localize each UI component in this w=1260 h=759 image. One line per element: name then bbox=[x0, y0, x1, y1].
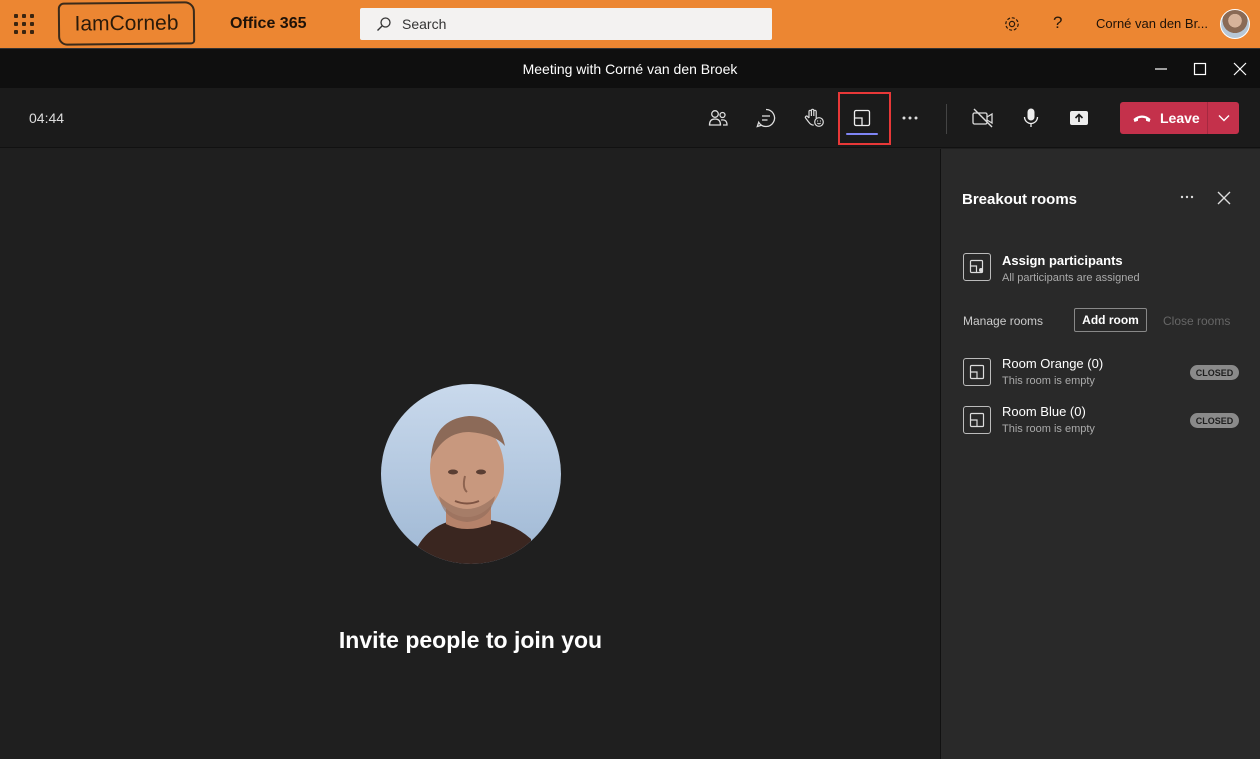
suite-name[interactable]: Office 365 bbox=[230, 15, 306, 33]
toolbar-divider bbox=[946, 104, 947, 134]
help-icon[interactable]: ? bbox=[1053, 13, 1062, 33]
share-icon[interactable] bbox=[1063, 102, 1095, 134]
room-closed-badge: CLOSED bbox=[1190, 365, 1239, 380]
reactions-icon[interactable] bbox=[798, 102, 830, 134]
search-icon bbox=[377, 17, 391, 31]
panel-title: Breakout rooms bbox=[962, 191, 1078, 208]
meeting-title-bar: Meeting with Corné van den Broek bbox=[0, 48, 1260, 88]
camera-off-icon[interactable] bbox=[967, 102, 999, 134]
assign-participants-button[interactable] bbox=[963, 253, 991, 281]
close-rooms-button: Close rooms bbox=[1163, 314, 1231, 328]
close-icon[interactable] bbox=[1230, 59, 1250, 79]
meeting-title: Meeting with Corné van den Broek bbox=[522, 61, 738, 77]
panel-more-icon[interactable] bbox=[1179, 189, 1195, 210]
panel-close-icon[interactable] bbox=[1217, 191, 1231, 210]
assign-participants-icon bbox=[963, 253, 991, 281]
minimize-icon[interactable] bbox=[1151, 59, 1171, 79]
room-name: Room Blue (0) bbox=[1002, 404, 1086, 419]
room-closed-badge: CLOSED bbox=[1190, 413, 1239, 428]
room-status: This room is empty bbox=[1002, 375, 1095, 387]
chevron-down-icon[interactable] bbox=[1208, 102, 1239, 134]
manage-rooms-label: Manage rooms bbox=[963, 314, 1044, 328]
user-avatar[interactable] bbox=[1220, 9, 1250, 39]
settings-icon[interactable] bbox=[1003, 15, 1021, 38]
room-status: This room is empty bbox=[1002, 423, 1095, 435]
room-icon bbox=[963, 406, 991, 434]
more-icon[interactable] bbox=[894, 102, 926, 134]
maximize-icon[interactable] bbox=[1190, 59, 1210, 79]
meeting-stage: Invite people to join you bbox=[0, 149, 940, 759]
meeting-timer: 04:44 bbox=[29, 110, 65, 126]
meeting-toolbar: 04:44 Leave bbox=[0, 88, 1260, 148]
app-launcher-icon[interactable] bbox=[14, 14, 34, 34]
leave-main[interactable]: Leave bbox=[1120, 102, 1207, 134]
room-name: Room Orange (0) bbox=[1002, 356, 1104, 371]
breakout-rooms-panel: Breakout rooms Assign participants All p… bbox=[940, 149, 1260, 759]
participants-icon[interactable] bbox=[702, 102, 734, 134]
mic-icon[interactable] bbox=[1015, 102, 1047, 134]
leave-button[interactable]: Leave bbox=[1120, 102, 1239, 134]
breakout-rooms-icon[interactable] bbox=[846, 102, 878, 134]
add-room-button[interactable]: Add room bbox=[1074, 308, 1147, 332]
leave-label: Leave bbox=[1160, 110, 1200, 126]
room-icon bbox=[963, 358, 991, 386]
hang-up-icon bbox=[1133, 115, 1151, 122]
invite-message: Invite people to join you bbox=[338, 627, 603, 653]
office-header: IamCorneb Office 365 Search ? Corné van … bbox=[0, 0, 1260, 48]
participant-avatar bbox=[381, 384, 561, 564]
search-input[interactable]: Search bbox=[360, 8, 772, 40]
org-logo[interactable]: IamCorneb bbox=[57, 1, 196, 46]
chat-icon[interactable] bbox=[750, 102, 782, 134]
assign-participants-status: All participants are assigned bbox=[1002, 272, 1140, 284]
search-placeholder: Search bbox=[402, 16, 447, 32]
assign-participants-title[interactable]: Assign participants bbox=[1002, 253, 1123, 268]
room-item[interactable]: Room Orange (0) This room is empty CLOSE… bbox=[941, 356, 1260, 396]
room-item[interactable]: Room Blue (0) This room is empty CLOSED bbox=[941, 404, 1260, 444]
user-name[interactable]: Corné van den Br... bbox=[1096, 16, 1208, 31]
active-indicator bbox=[846, 133, 878, 135]
